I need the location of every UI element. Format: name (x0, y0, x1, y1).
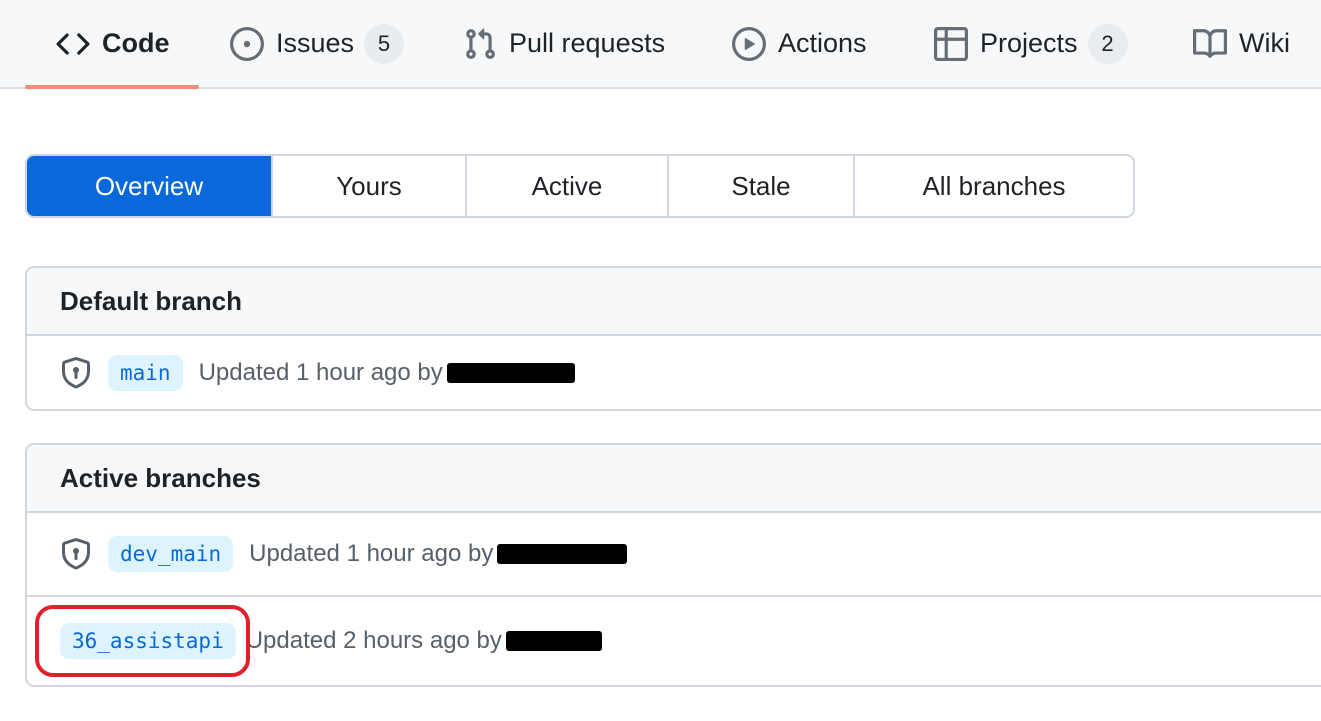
branch-row: main Updated 1 hour ago by (27, 336, 1321, 409)
updated-text: Updated 2 hours ago by (245, 627, 502, 654)
default-branch-heading: Default branch (27, 268, 1321, 336)
default-branch-box: Default branch main Updated 1 hour ago b… (25, 266, 1321, 411)
nav-tab-label: Issues (276, 28, 355, 58)
redacted-author (446, 362, 575, 383)
tab-active[interactable]: Active (465, 156, 667, 216)
branch-name-link[interactable]: main (108, 354, 183, 391)
redacted-author (505, 631, 602, 651)
updated-text: Updated 1 hour ago by (249, 540, 494, 567)
nav-tab-projects[interactable]: Projects 2 (934, 0, 1128, 87)
nav-tab-pull-requests[interactable]: Pull requests (463, 0, 665, 87)
issues-counter: 5 (364, 23, 405, 64)
shield-lock-icon (62, 538, 90, 570)
tab-stale[interactable]: Stale (667, 156, 853, 216)
repo-nav: Code Issues 5 Pull requests Actions Proj… (0, 0, 1321, 89)
projects-counter: 2 (1087, 23, 1128, 64)
updated-text: Updated 1 hour ago by (198, 358, 443, 386)
table-icon (934, 26, 968, 61)
nav-tab-label: Wiki (1239, 28, 1290, 58)
nav-tab-label: Code (102, 28, 170, 58)
nav-tab-label: Actions (778, 28, 867, 58)
git-pull-request-icon (466, 27, 495, 59)
branch-name-link[interactable]: 36_assistapi (60, 623, 236, 659)
play-icon (732, 26, 766, 61)
branch-name-link[interactable]: dev_main (108, 536, 234, 572)
active-branches-box: Active branches dev_main Updated 1 hour … (25, 443, 1321, 687)
code-icon (56, 32, 90, 55)
issue-opened-icon (230, 26, 264, 61)
book-icon (1193, 28, 1227, 58)
nav-tab-wiki[interactable]: Wiki (1193, 0, 1290, 87)
tab-yours[interactable]: Yours (271, 156, 465, 216)
nav-tab-label: Projects (980, 28, 1078, 58)
nav-tab-actions[interactable]: Actions (732, 0, 867, 87)
tab-overview[interactable]: Overview (27, 156, 271, 216)
branch-filter-tabs: Overview Yours Active Stale All branches (25, 154, 1135, 218)
nav-tab-issues[interactable]: Issues 5 (230, 0, 405, 87)
shield-lock-icon (62, 356, 90, 388)
branch-row: dev_main Updated 1 hour ago by (27, 513, 1321, 597)
active-branches-heading: Active branches (27, 445, 1321, 513)
branch-row: 36_assistapi Updated 2 hours ago by (27, 597, 1321, 685)
nav-tab-label: Pull requests (509, 28, 666, 58)
selected-tab-underline (25, 85, 199, 89)
nav-tab-code[interactable]: Code (56, 0, 170, 87)
redacted-author (497, 544, 628, 564)
tab-all-branches[interactable]: All branches (853, 156, 1133, 216)
